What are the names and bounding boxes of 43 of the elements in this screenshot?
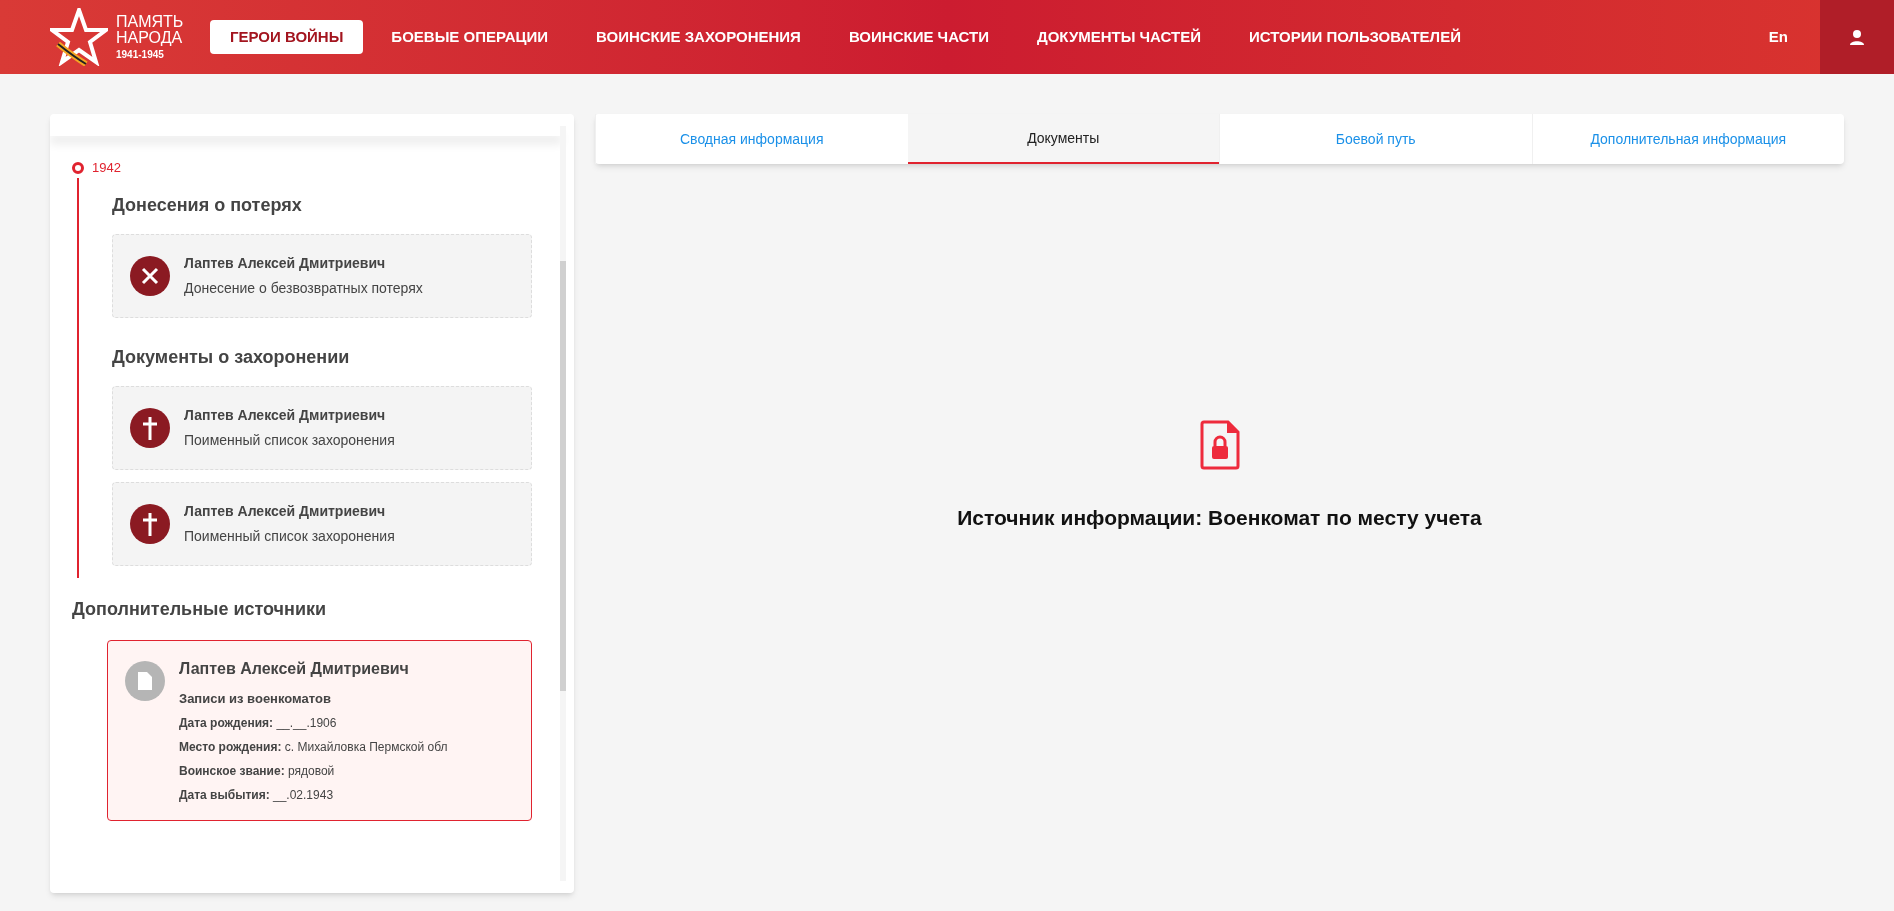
record-field: Воинское звание: рядовой <box>179 762 448 780</box>
document-card[interactable]: Лаптев Алексей Дмитриевич Поименный список захоронения <box>112 385 532 470</box>
record-field: Дата выбытия: __.02.1943 <box>179 786 448 804</box>
source-message: Источник информации: Военкомат по месту учета <box>957 505 1482 531</box>
nav-link[interactable]: ГЕРОИ ВОЙНЫ <box>210 19 364 55</box>
tab[interactable]: Дополнительная информация <box>1531 114 1844 164</box>
nav-link[interactable]: БОЕВЫЕ ОПЕРАЦИИ <box>371 19 568 55</box>
tab[interactable]: Сводная информация <box>595 114 908 164</box>
nav-link[interactable]: ДОКУМЕНТЫ ЧАСТЕЙ <box>1017 19 1221 55</box>
section-title: Дополнительные источники <box>72 597 328 621</box>
document-card[interactable]: Лаптев Алексей Дмитриевич Поименный список захоронения <box>112 481 532 566</box>
year-label: 1942 <box>92 159 121 177</box>
christian-cross-icon <box>130 407 170 448</box>
nav-link[interactable]: ИСТОРИИ ПОЛЬЗОВАТЕЛЕЙ <box>1228 19 1481 55</box>
tab[interactable]: Документы <box>907 114 1219 164</box>
person-name: Лаптев Алексей Дмитриевич <box>184 253 387 273</box>
record-card[interactable]: Лаптев Алексей Дмитриевич Записи из военкоматов Дата рождения: __.__.1906 Место рождения: с. Михайловка Пермской обл Воинское звание: рядовой Дата выбытия: __.02.1943 <box>107 639 532 821</box>
document-type: Донесение о безвозвратных потерях <box>184 278 423 298</box>
logo-years: 1941-1945 <box>116 50 165 60</box>
cross-mark-icon <box>130 255 170 296</box>
person-name: Лаптев Алексей Дмитриевич <box>184 501 387 521</box>
star-logo-icon <box>50 8 108 66</box>
document-type: Поименный список захоронения <box>184 526 395 546</box>
nav-link[interactable]: ВОИНСКИЕ ЗАХОРОНЕНИЯ <box>576 19 821 55</box>
record-field: Место рождения: с. Михайловка Пермской обл <box>179 738 448 756</box>
christian-cross-icon <box>130 503 170 544</box>
person-name: Лаптев Алексей Дмитриевич <box>179 658 410 679</box>
language-button[interactable]: En <box>1736 25 1820 49</box>
user-button[interactable] <box>1820 0 1894 74</box>
section-title: Документы о захоронении <box>112 345 351 369</box>
logo-text: ПАМЯТЬ <box>116 14 184 30</box>
tab[interactable]: Боевой путь <box>1219 114 1532 164</box>
document-card[interactable]: Лаптев Алексей Дмитриевич Донесение о безвозвратных потерях <box>112 233 532 318</box>
document-type: Поименный список захоронения <box>184 430 395 450</box>
locked-document-icon <box>1198 420 1241 470</box>
nav-link[interactable]: ВОИНСКИЕ ЧАСТИ <box>828 19 1009 55</box>
document-icon <box>125 660 165 701</box>
record-type: Записи из военкоматов <box>179 689 332 708</box>
user-icon <box>1849 29 1865 45</box>
record-field: Дата рождения: __.__.1906 <box>179 714 448 732</box>
person-name: Лаптев Алексей Дмитриевич <box>184 405 387 425</box>
logo-text: НАРОДА <box>116 30 184 46</box>
section-title: Донесения о потерях <box>112 193 303 217</box>
